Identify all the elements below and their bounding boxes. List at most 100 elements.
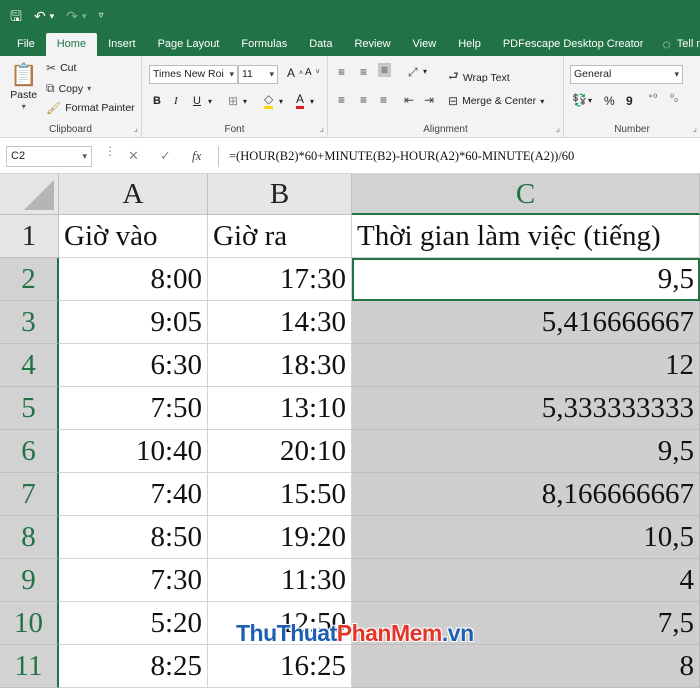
- cell-a3[interactable]: 9:05: [59, 301, 208, 344]
- italic-button[interactable]: I: [174, 95, 178, 107]
- cell-c3[interactable]: 5,416666667: [352, 301, 700, 344]
- cell-b7[interactable]: 15:50: [208, 473, 352, 516]
- cell-b8[interactable]: 19:20: [208, 516, 352, 559]
- decrease-font-button[interactable]: A ˅: [305, 67, 320, 78]
- paste-button[interactable]: 📋 Paste ▾: [10, 62, 37, 111]
- row-header-9[interactable]: 9: [0, 559, 59, 602]
- tab-file[interactable]: File: [6, 33, 46, 56]
- cell-c2[interactable]: 9,5: [352, 258, 700, 301]
- cell-a8[interactable]: 8:50: [59, 516, 208, 559]
- cell-b3[interactable]: 14:30: [208, 301, 352, 344]
- tab-data[interactable]: Data: [298, 33, 343, 56]
- tell-me-search[interactable]: Tell m: [675, 33, 700, 56]
- font-name-select[interactable]: Times New Roi ▾: [149, 65, 238, 84]
- format-painter-button[interactable]: 🖌 Format Painter: [46, 101, 135, 115]
- comma-style-button[interactable]: 9: [626, 94, 633, 108]
- cell-c11[interactable]: 8: [352, 645, 700, 688]
- decrease-indent-icon[interactable]: ⇤: [404, 93, 414, 107]
- redo-dropdown-icon[interactable]: ▾: [82, 9, 87, 23]
- customize-toolbar-icon[interactable]: ▿: [98, 9, 103, 23]
- chevron-down-icon[interactable]: ▾: [423, 67, 427, 76]
- save-icon[interactable]: 🖫: [10, 9, 22, 23]
- cell-c6[interactable]: 9,5: [352, 430, 700, 473]
- column-header-b[interactable]: B: [208, 174, 352, 215]
- lightbulb-icon[interactable]: ◌: [654, 33, 674, 56]
- increase-indent-icon[interactable]: ⇥: [424, 93, 434, 107]
- cell-c5[interactable]: 5,333333333: [352, 387, 700, 430]
- tab-pdfescape[interactable]: PDFescape Desktop Creator: [492, 33, 655, 56]
- cell-b9[interactable]: 11:30: [208, 559, 352, 602]
- chevron-down-icon[interactable]: ▾: [588, 96, 592, 105]
- align-top-icon[interactable]: ≡: [338, 65, 345, 79]
- row-header-3[interactable]: 3: [0, 301, 59, 344]
- align-right-icon[interactable]: ≡: [380, 93, 387, 107]
- name-box[interactable]: C2 ▾: [6, 146, 92, 167]
- cut-button[interactable]: ✂ Cut: [46, 61, 76, 75]
- row-header-1[interactable]: 1: [0, 215, 59, 258]
- cell-a7[interactable]: 7:40: [59, 473, 208, 516]
- row-header-10[interactable]: 10: [0, 602, 59, 645]
- row-header-8[interactable]: 8: [0, 516, 59, 559]
- row-header-6[interactable]: 6: [0, 430, 59, 473]
- cell-a1[interactable]: Giờ vào: [59, 215, 208, 258]
- select-all-button[interactable]: [0, 174, 59, 215]
- cell-a11[interactable]: 8:25: [59, 645, 208, 688]
- tab-help[interactable]: Help: [447, 33, 492, 56]
- tab-view[interactable]: View: [402, 33, 448, 56]
- cell-a6[interactable]: 10:40: [59, 430, 208, 473]
- row-header-4[interactable]: 4: [0, 344, 59, 387]
- decrease-decimal-icon[interactable]: ⁰₀: [670, 93, 678, 104]
- cell-b11[interactable]: 16:25: [208, 645, 352, 688]
- borders-icon[interactable]: ⊞: [228, 94, 238, 108]
- align-bottom-icon[interactable]: ≡: [378, 63, 392, 77]
- chevron-down-icon[interactable]: ▾: [208, 97, 212, 106]
- undo-icon[interactable]: ↶: [34, 9, 46, 23]
- row-header-2[interactable]: 2: [0, 258, 59, 301]
- insert-function-icon[interactable]: fx: [192, 148, 201, 164]
- underline-button[interactable]: U: [193, 95, 201, 107]
- cell-c4[interactable]: 12: [352, 344, 700, 387]
- cell-c7[interactable]: 8,166666667: [352, 473, 700, 516]
- tab-review[interactable]: Review: [343, 33, 401, 56]
- cell-b5[interactable]: 13:10: [208, 387, 352, 430]
- cell-c9[interactable]: 4: [352, 559, 700, 602]
- increase-font-button[interactable]: A ˄: [287, 66, 303, 80]
- cell-b1[interactable]: Giờ ra: [208, 215, 352, 258]
- tab-formulas[interactable]: Formulas: [230, 33, 298, 56]
- cell-a2[interactable]: 8:00: [59, 258, 208, 301]
- column-header-a[interactable]: A: [59, 174, 208, 215]
- chevron-down-icon[interactable]: ▾: [310, 97, 314, 106]
- cell-a9[interactable]: 7:30: [59, 559, 208, 602]
- font-size-select[interactable]: 11 ▾: [238, 65, 278, 84]
- currency-icon[interactable]: 💱: [572, 93, 587, 107]
- number-format-select[interactable]: General ▾: [570, 65, 683, 84]
- cell-b6[interactable]: 20:10: [208, 430, 352, 473]
- enter-icon[interactable]: ✓: [160, 148, 171, 164]
- redo-icon[interactable]: ↷: [66, 9, 78, 23]
- wrap-text-button[interactable]: ⮐ Wrap Text: [448, 67, 510, 88]
- dialog-launcher-icon[interactable]: ⌟: [320, 123, 324, 134]
- align-left-icon[interactable]: ≡: [338, 93, 345, 107]
- row-header-7[interactable]: 7: [0, 473, 59, 516]
- cell-b2[interactable]: 17:30: [208, 258, 352, 301]
- dialog-launcher-icon[interactable]: ⌟: [556, 123, 560, 134]
- tab-insert[interactable]: Insert: [97, 33, 147, 56]
- merge-center-button[interactable]: ⊟ Merge & Center ▾: [448, 94, 544, 108]
- copy-button[interactable]: ⧉ Copy ▾: [46, 81, 91, 96]
- tab-page-layout[interactable]: Page Layout: [147, 33, 231, 56]
- dialog-launcher-icon[interactable]: ⌟: [693, 123, 697, 134]
- cell-c8[interactable]: 10,5: [352, 516, 700, 559]
- orientation-icon[interactable]: ⤢: [408, 65, 418, 80]
- align-middle-icon[interactable]: ≡: [360, 65, 367, 79]
- undo-dropdown-icon[interactable]: ▾: [50, 9, 55, 23]
- formula-input[interactable]: =(HOUR(B2)*60+MINUTE(B2)-HOUR(A2)*60-MIN…: [218, 146, 700, 167]
- more-options-icon[interactable]: ⋮: [104, 144, 116, 158]
- cell-b4[interactable]: 18:30: [208, 344, 352, 387]
- row-header-5[interactable]: 5: [0, 387, 59, 430]
- dialog-launcher-icon[interactable]: ⌟: [134, 123, 138, 134]
- cell-a4[interactable]: 6:30: [59, 344, 208, 387]
- fill-color-icon[interactable]: ◇: [264, 92, 274, 109]
- percent-button[interactable]: %: [604, 94, 615, 108]
- bold-button[interactable]: B: [153, 95, 161, 107]
- chevron-down-icon[interactable]: ▾: [279, 97, 283, 106]
